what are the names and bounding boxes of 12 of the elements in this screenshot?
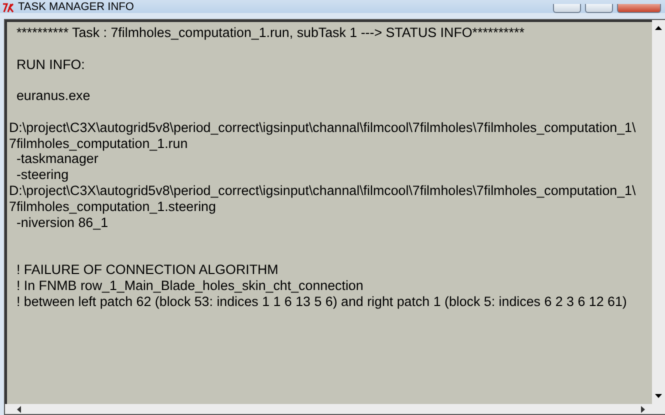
log-text-area[interactable]	[5, 20, 652, 404]
scroll-up-icon[interactable]	[655, 26, 662, 30]
maximize-button[interactable]	[585, 4, 613, 13]
vertical-scrollbar[interactable]	[652, 20, 665, 404]
horizontal-scrollbar[interactable]	[5, 404, 665, 414]
scroll-down-icon[interactable]	[655, 394, 662, 398]
scroll-left-icon[interactable]	[17, 406, 21, 412]
log-text: ********** Task : 7filmholes_computation_1.run, subTask 1 ---> STATUS INFO********** RUN INFO: euranus.exe D:\project\C3X\autogrid5v8\period_correct\igsinput\channal\filmcool\7filmholes\7filmholes_computation_1\7filmholes_computation_1.run -taskmanager -steering D:\project\C3X\autogrid5v8\period_correct\igsinput\channal\filmcool\7filmholes\7filmholes_computation_1\7filmholes_computation_1.steering -niversion 86_1 ! FAILURE OF CONNECTION ALGORITHM ! In FNMB row_1_Main_Blade_holes_skin_cht_connection ! between left patch 62 (block 53: indices 1 1 6 13 5 6) and right patch 1 (block 5: indices 6 2 3 6 12 61)	[9, 25, 637, 310]
app-icon	[2, 3, 14, 13]
scroll-right-icon[interactable]	[641, 406, 645, 412]
window-title: TASK MANAGER INFO	[18, 1, 134, 13]
minimize-button[interactable]	[553, 4, 581, 13]
